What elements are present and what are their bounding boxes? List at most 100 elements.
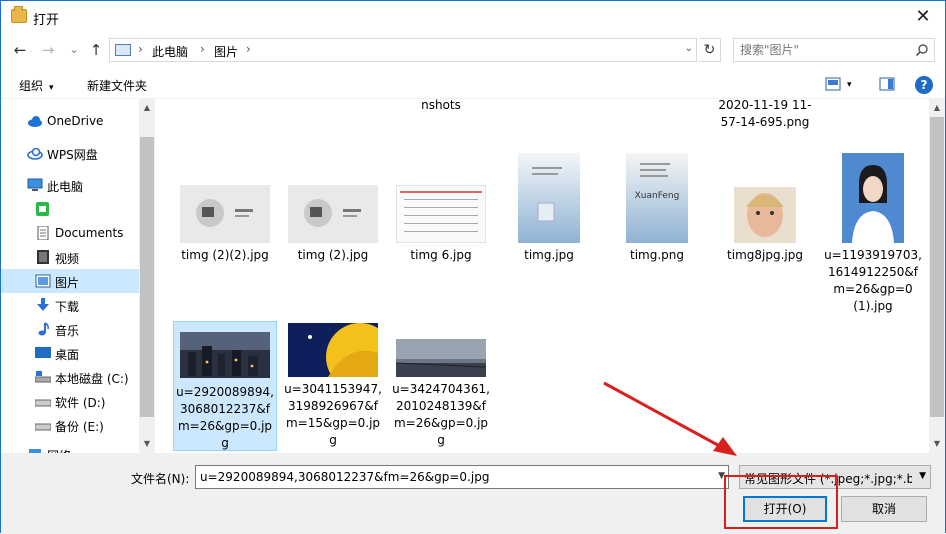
download-icon [37,298,49,311]
file-item-selected[interactable]: u=2920089894,3068012237&fm=26&gp=0.jpg [173,321,277,451]
video-icon [37,250,49,264]
cancel-button[interactable]: 取消 [841,496,927,522]
sidebar-item-label: 备份 (E:) [55,420,104,434]
image-thumbnail [180,332,270,378]
command-bar: 组织 ▾ 新建文件夹 ▾ ? [1,71,945,99]
file-item[interactable]: 2020-11-19 11-57-14-695.png [713,99,817,131]
sidebar-item-pictures[interactable]: 图片 [1,269,139,293]
file-item[interactable]: u=3041153947,3198926967&fm=15&gp=0.jpg [281,323,385,449]
scroll-down-icon[interactable]: ▼ [139,437,155,451]
breadcrumb-separator: › [246,42,251,56]
sidebar-item-label: 本地磁盘 (C:) [55,372,129,386]
sidebar-item-music[interactable]: 音乐 [1,317,139,341]
file-item[interactable]: u=3424704361,2010248139&fm=26&gp=0.jpg [389,339,493,449]
image-thumbnail [842,153,904,243]
sidebar-item-videos[interactable]: 视频 [1,245,139,269]
sidebar-item-desktop[interactable]: 桌面 [1,341,139,365]
navigation-pane: OneDrive WPS网盘 此电脑 Documents 视频 图片 下载 音乐… [1,99,155,453]
file-item[interactable]: timg (2).jpg [281,185,385,264]
sidebar-item-label: 图片 [55,276,80,290]
file-name: nshots [421,99,461,112]
file-list: nshots 2020-11-19 11-57-14-695.png timg … [159,99,929,453]
search-input[interactable] [740,42,910,58]
change-view-icon[interactable] [825,77,841,91]
window-title: 打开 [33,13,60,28]
file-name: u=3424704361,2010248139&fm=26&gp=0.jpg [392,382,490,447]
chevron-down-icon: ▾ [49,83,54,93]
sidebar-item-documents[interactable]: Documents [1,221,139,245]
image-thumbnail [396,185,486,243]
document-icon [37,226,49,240]
sidebar-item-green-app[interactable] [1,197,139,221]
thumbnail-overlay-text: XuanFeng [634,191,680,201]
recent-locations-button[interactable]: ⌄ [63,39,85,61]
desktop-icon [35,347,51,358]
filename-field[interactable]: ▼ [195,465,729,489]
image-thumbnail [518,153,580,243]
search-box[interactable] [733,38,935,62]
filename-input[interactable] [200,469,708,485]
forward-button[interactable]: → [37,39,59,61]
sidebar-item-label: 音乐 [55,324,80,338]
help-icon[interactable]: ? [915,76,933,94]
file-name: u=3041153947,3198926967&fm=15&gp=0.jpg [284,382,382,447]
sidebar-item-label: 桌面 [55,348,80,362]
cloud-icon [28,116,42,127]
search-icon[interactable] [915,43,929,57]
sidebar-item-drive-e[interactable]: 备份 (E:) [1,413,139,437]
sidebar-item-drive-d[interactable]: 软件 (D:) [1,389,139,413]
sidebar-item-this-pc[interactable]: 此电脑 [1,173,139,197]
sidebar-item-label: 软件 (D:) [55,396,106,410]
file-item[interactable]: timg.jpg [497,153,601,264]
file-name: timg.png [630,248,684,262]
sidebar-item-onedrive[interactable]: OneDrive [1,109,139,133]
sidebar-item-network[interactable]: 网络 [1,442,139,453]
content-scrollbar[interactable]: ▲ ▼ [929,99,945,453]
image-thumbnail [180,185,270,243]
scroll-up-icon[interactable]: ▲ [929,101,945,115]
new-folder-button[interactable]: 新建文件夹 [87,77,147,94]
file-item[interactable]: timg (2)(2).jpg [173,185,277,264]
system-drive-icon [35,371,51,383]
close-button[interactable]: ✕ [901,1,945,33]
sidebar-scrollbar[interactable]: ▲ ▼ [139,99,155,453]
scroll-up-icon[interactable]: ▲ [139,101,155,115]
wps-cloud-icon [27,147,43,160]
sidebar-item-downloads[interactable]: 下载 [1,293,139,317]
refresh-button[interactable]: ↻ [699,38,721,62]
open-file-dialog: 打开 ✕ ← → ⌄ ↑ › 此电脑 › 图片 › ⌄ ↻ 组织 ▾ 新建文件夹 … [0,0,946,534]
organize-button[interactable]: 组织 ▾ [19,77,54,94]
file-item[interactable]: timg 6.jpg [389,185,493,264]
file-name: timg.jpg [524,248,574,262]
drive-icon [35,399,51,407]
scroll-down-icon[interactable]: ▼ [929,437,945,451]
sidebar-item-label: 此电脑 [47,180,84,194]
sidebar-item-label: 下载 [55,300,80,314]
content-scroll-thumb[interactable] [930,117,944,417]
file-name: timg (2)(2).jpg [181,248,269,262]
drive-icon [35,423,51,431]
sidebar-item-label: Documents [55,226,124,240]
breadcrumb-separator: › [200,42,205,56]
file-item[interactable]: timg8jpg.jpg [713,187,817,264]
sidebar-scroll-thumb[interactable] [140,137,154,417]
up-button[interactable]: ↑ [85,39,107,61]
filename-label: 文件名(N): [131,472,190,486]
breadcrumb-pictures[interactable]: 图片 [214,43,238,60]
sidebar-item-wps-cloud[interactable]: WPS网盘 [1,141,139,165]
address-bar[interactable]: › 此电脑 › 图片 › ⌄ [109,38,697,62]
preview-pane-icon[interactable] [879,77,895,91]
file-item[interactable]: u=1193919703,1614912250&fm=26&gp=0(1).jp… [821,153,925,315]
file-name: timg8jpg.jpg [727,248,803,262]
file-item[interactable]: nshots [389,99,493,114]
file-item[interactable]: XuanFeng timg.png [605,153,709,264]
address-dropdown-icon[interactable]: ⌄ [685,43,693,54]
sidebar-item-drive-c[interactable]: 本地磁盘 (C:) [1,365,139,389]
view-options-chevron-icon[interactable]: ▾ [847,80,852,90]
organize-label: 组织 [19,79,44,93]
sidebar-item-label: WPS网盘 [47,148,98,162]
folder-icon [11,6,27,23]
breadcrumb-this-pc[interactable]: 此电脑 [152,43,188,60]
pc-location-icon [115,44,131,56]
back-button[interactable]: ← [9,39,31,61]
